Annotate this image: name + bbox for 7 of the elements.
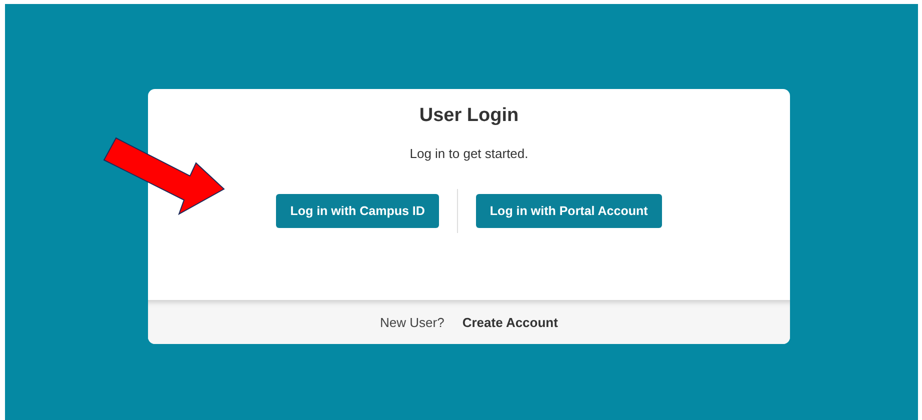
subtitle-text: Log in to get started.	[410, 146, 528, 161]
arrow-icon	[102, 136, 226, 216]
create-account-link[interactable]: Create Account	[462, 314, 558, 330]
login-button[interactable]: Log in with Campus ID	[276, 194, 439, 228]
login-button[interactable]: Log in with Portal Account	[476, 194, 662, 228]
card-title: User Login	[419, 105, 519, 127]
footer-prompt: New User?	[380, 314, 444, 330]
